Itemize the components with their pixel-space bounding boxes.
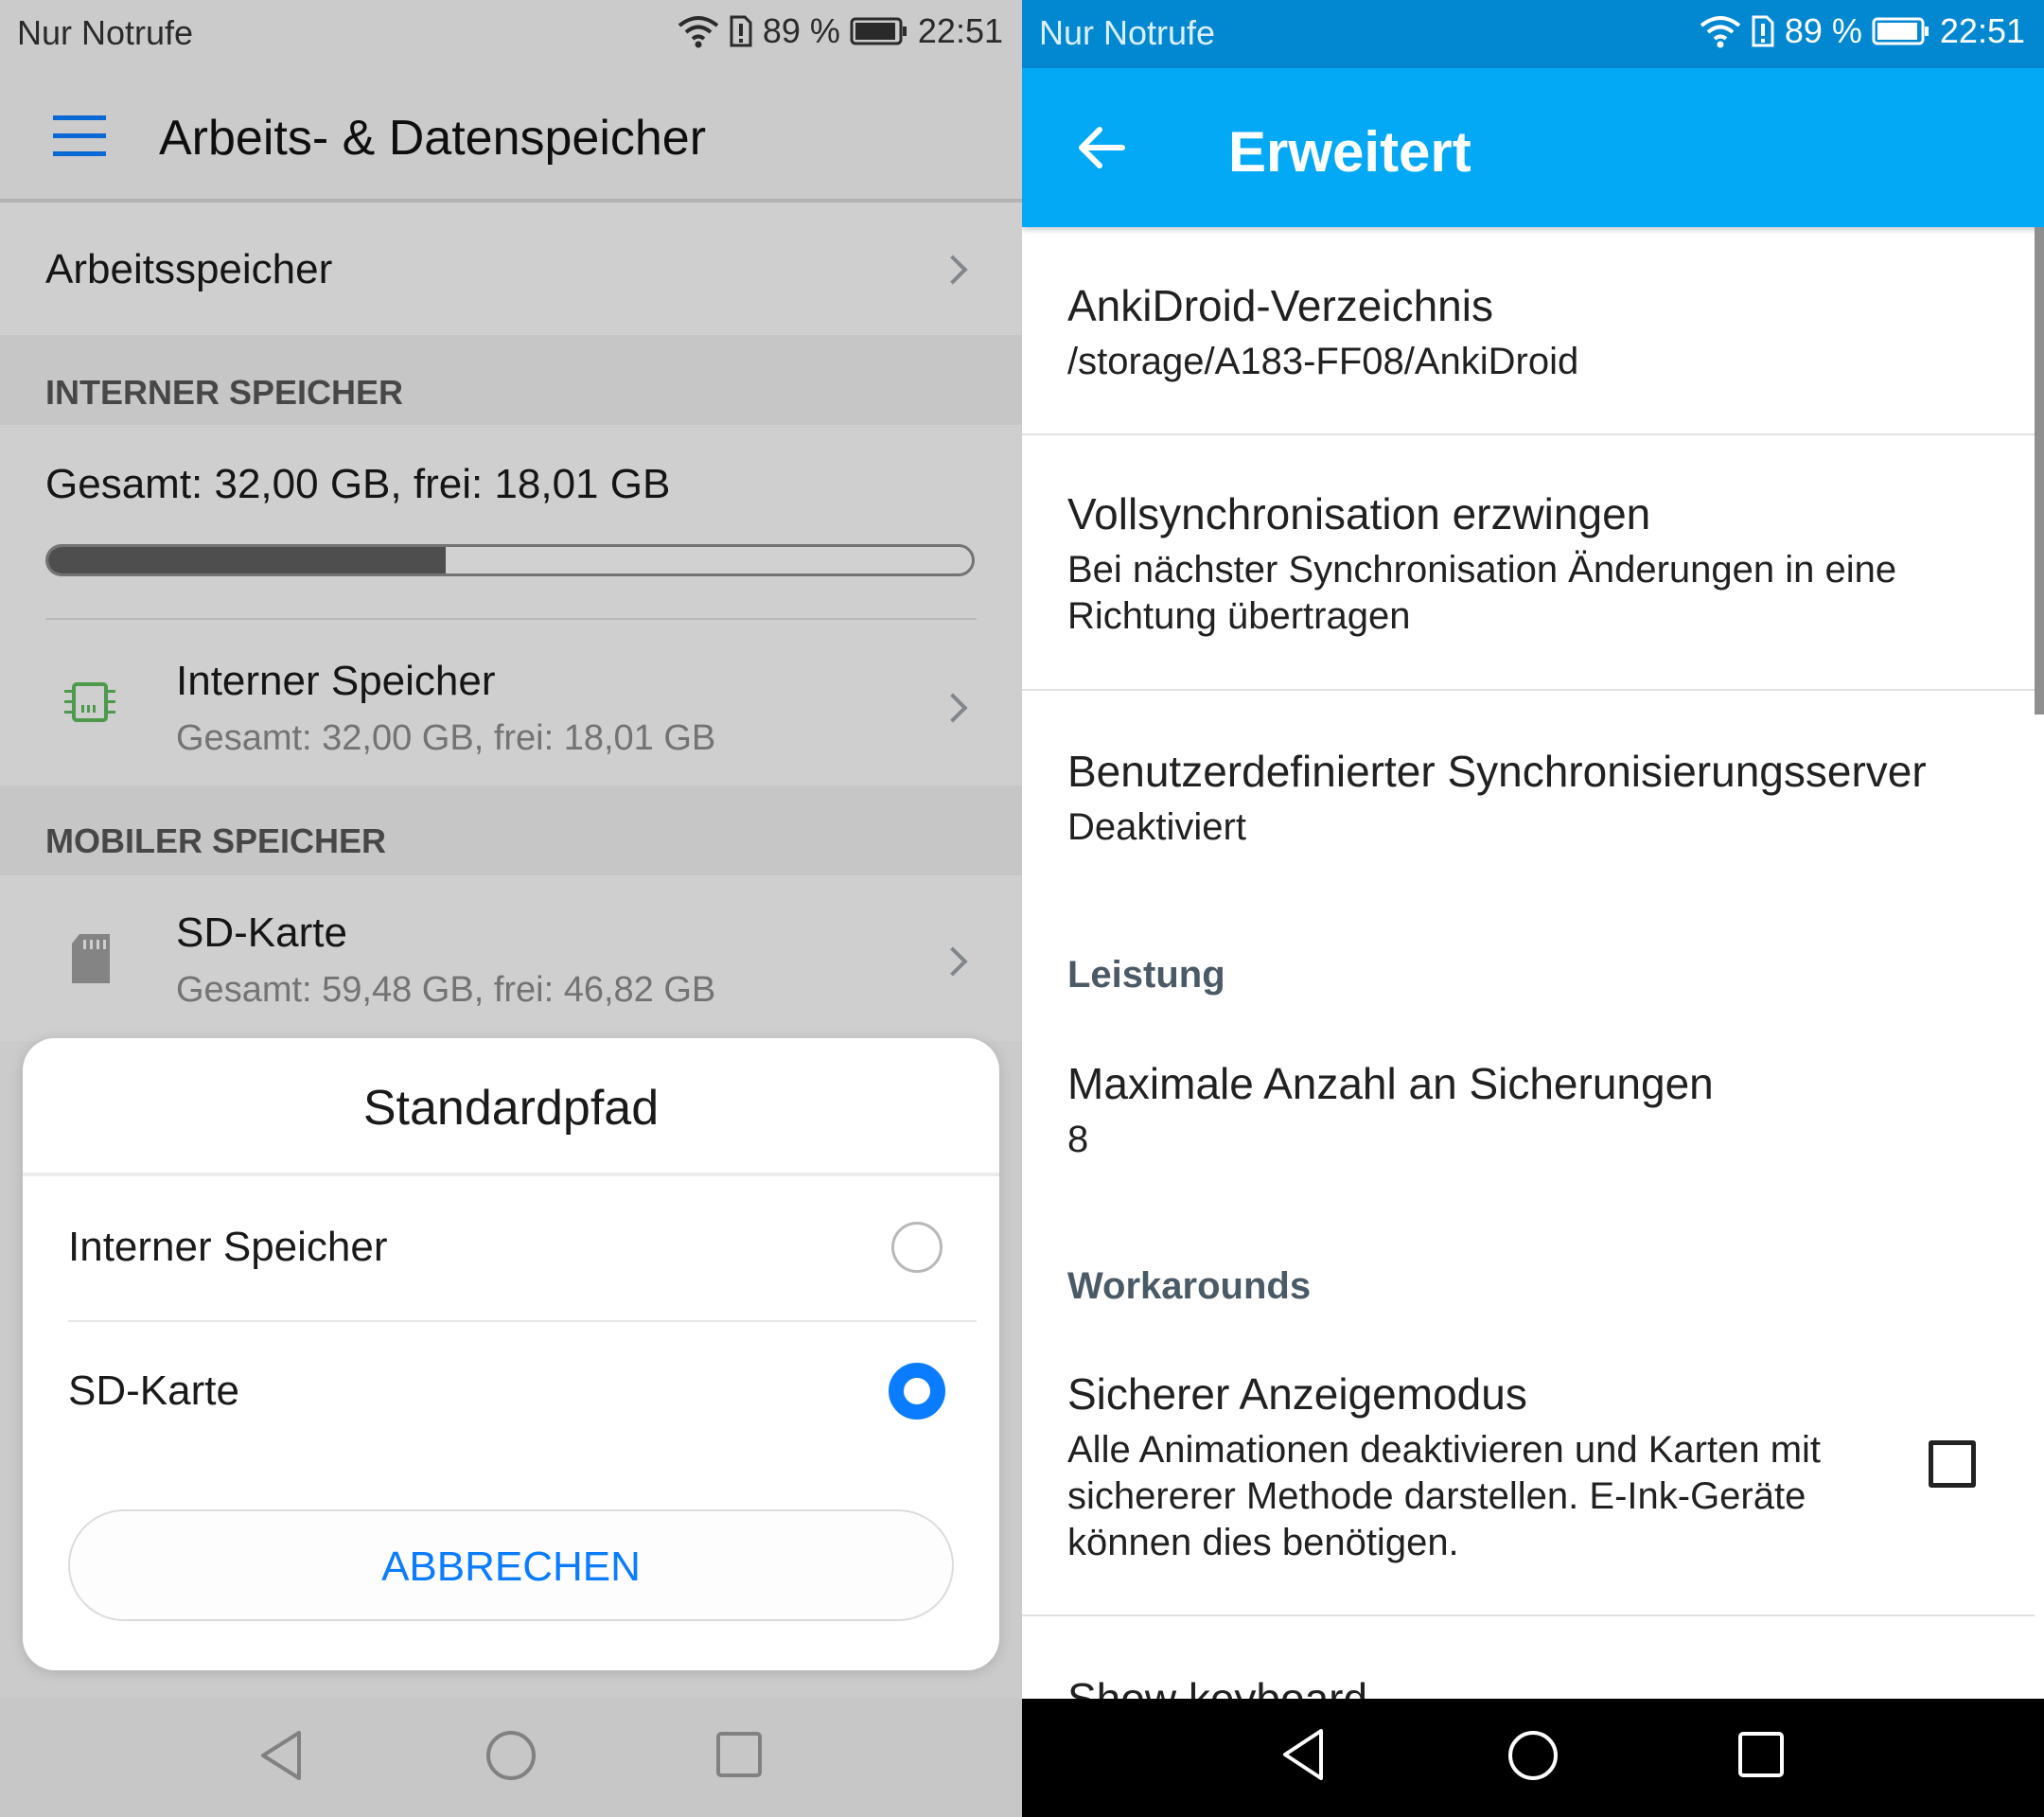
top-app-bar: Erweitert [1022, 68, 2044, 227]
pref-force-full-sync[interactable]: Vollsynchronisation erzwingen Bei nächst… [1022, 435, 2035, 691]
pref-summary-line2: sichererer Methode darstellen. E-Ink-Ger… [1067, 1475, 1806, 1517]
battery-percent: 89 % [1784, 11, 1862, 50]
pref-safe-display-mode[interactable]: Sicherer Anzeigemodus Alle Animationen d… [1022, 1344, 2035, 1614]
home-nav-icon[interactable] [1507, 1729, 1559, 1782]
carrier-text: Nur Notrufe [1039, 13, 1216, 52]
advanced-settings-screen: Nur Notrufe 89 % 22:51 Erweitert AnkiDro… [1022, 0, 2044, 1817]
option-label: Interner Speicher [68, 1224, 388, 1270]
battery-icon [1872, 17, 1929, 45]
pref-title: AnkiDroid-Verzeichnis [1067, 281, 1493, 330]
safe-display-checkbox[interactable] [1929, 1440, 1976, 1488]
pref-summary: /storage/A183-FF08/AnkiDroid [1067, 341, 1579, 382]
dialog-title: Standardpfad [362, 1081, 660, 1136]
pref-title: Sicherer Anzeigemodus [1067, 1369, 1527, 1419]
arrow-back-icon[interactable] [1075, 121, 1128, 174]
pref-max-backups[interactable]: Maximale Anzahl an Sicherungen 8 [1022, 1032, 2035, 1192]
pref-show-keyboard[interactable]: Show keyboard [1022, 1616, 2035, 1699]
pref-title: Maximale Anzahl an Sicherungen [1067, 1059, 1714, 1108]
pref-summary: 8 [1067, 1119, 1089, 1160]
page-title: Erweitert [1228, 120, 1471, 184]
option-internal-storage[interactable]: Interner Speicher [23, 1176, 999, 1318]
option-sd-card[interactable]: SD-Karte [23, 1322, 999, 1464]
category-workarounds: Workarounds [1067, 1265, 1312, 1307]
pref-title: Vollsynchronisation erzwingen [1067, 489, 1651, 538]
radio-unselected[interactable] [891, 1222, 943, 1273]
pref-summary: Deaktiviert [1067, 806, 1246, 848]
cancel-button[interactable]: ABBRECHEN [68, 1509, 954, 1621]
recents-nav-icon[interactable] [1737, 1731, 1785, 1778]
sim-alert-icon [1752, 15, 1774, 47]
option-label: SD-Karte [68, 1367, 239, 1414]
clock: 22:51 [1939, 11, 2025, 50]
pref-title: Benutzerdefinierter Synchronisierungsser… [1067, 747, 1927, 796]
pref-custom-sync-server[interactable]: Benutzerdefinierter Synchronisierungsser… [1022, 691, 2035, 890]
pref-summary-line2: Richtung übertragen [1067, 595, 1411, 637]
scrollbar[interactable] [2035, 227, 2044, 714]
pref-summary-line1: Bei nächster Synchronisation Änderungen … [1067, 549, 1897, 591]
back-nav-icon[interactable] [1279, 1727, 1327, 1782]
default-path-dialog: Standardpfad Interner Speicher SD-Karte … [23, 1038, 999, 1670]
wifi-icon [1700, 16, 1741, 48]
navigation-bar [1022, 1699, 2044, 1817]
pref-title: Show keyboard [1067, 1674, 1368, 1699]
storage-settings-screen: Nur Notrufe 89 % 22:51 Arbeits- & Datens… [0, 0, 1022, 1817]
radio-selected[interactable] [889, 1363, 945, 1420]
pref-summary-line1: Alle Animationen deaktivieren und Karten… [1067, 1429, 1822, 1471]
cancel-button-label: ABBRECHEN [381, 1544, 641, 1590]
category-performance: Leistung [1067, 954, 1225, 996]
status-bar: Nur Notrufe 89 % 22:51 [1022, 0, 2044, 68]
pref-summary-line3: können dies benötigen. [1067, 1522, 1459, 1563]
pref-ankidroid-directory[interactable]: AnkiDroid-Verzeichnis /storage/A183-FF08… [1022, 227, 2035, 433]
